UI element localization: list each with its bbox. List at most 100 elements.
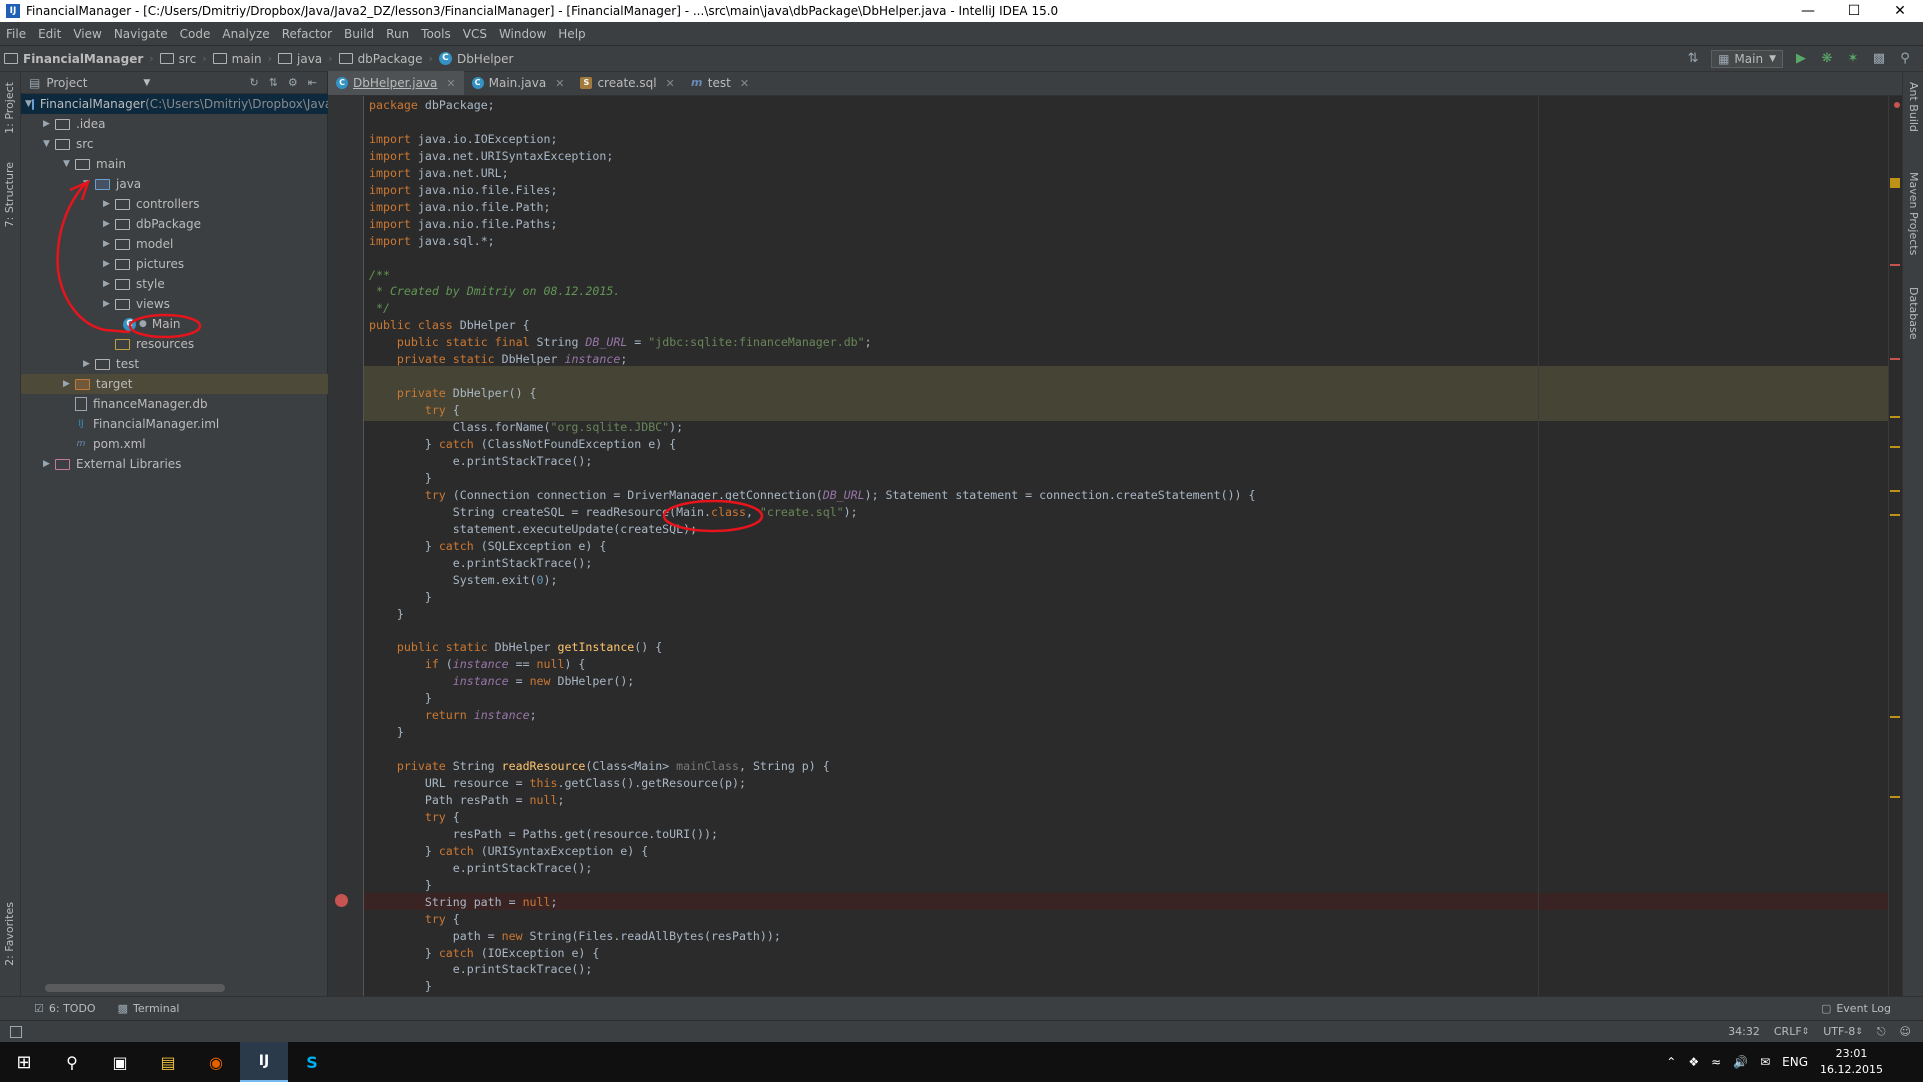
collapse-icon[interactable]: ⇅ <box>269 76 278 89</box>
tool-windows-toggle-icon[interactable] <box>10 1025 22 1038</box>
tab-main[interactable]: C Main.java ✕ <box>464 71 573 95</box>
error-stripe[interactable] <box>1888 96 1902 996</box>
tree-item-java[interactable]: ▼ java <box>83 174 141 194</box>
clock[interactable]: 23:01 16.12.2015 <box>1820 1046 1883 1078</box>
tree-item-style[interactable]: ▶ style <box>103 274 165 294</box>
menu-vcs[interactable]: VCS <box>457 27 493 41</box>
error-marker[interactable] <box>1890 264 1900 266</box>
run-config-select[interactable]: ▦ Main ▼ <box>1711 50 1783 68</box>
file-encoding[interactable]: UTF-8 <box>1823 1025 1855 1038</box>
tree-item-external-libraries[interactable]: ▶ External Libraries <box>43 454 181 474</box>
tab-database[interactable]: Database <box>1907 287 1920 340</box>
line-separator[interactable]: CRLF <box>1774 1025 1802 1038</box>
breadcrumb-java[interactable]: java <box>274 52 326 66</box>
menu-view[interactable]: View <box>67 27 107 41</box>
inspector-icon[interactable]: ☺ <box>1900 1025 1911 1038</box>
menu-refactor[interactable]: Refactor <box>276 27 338 41</box>
close-icon[interactable]: ✕ <box>740 77 749 90</box>
tree-item-iml[interactable]: IJ FinancialManager.iml <box>75 414 219 434</box>
tree-item-financemanager-db[interactable]: financeManager.db <box>75 394 208 414</box>
close-icon[interactable]: ✕ <box>446 77 455 90</box>
caret-position[interactable]: 34:32 <box>1728 1025 1760 1038</box>
menu-run[interactable]: Run <box>380 27 415 41</box>
close-window-button[interactable]: ✕ <box>1877 0 1923 22</box>
warning-marker[interactable] <box>1890 716 1900 718</box>
tree-item-target[interactable]: ▶ target <box>21 374 328 394</box>
menu-help[interactable]: Help <box>552 27 591 41</box>
minimize-button[interactable]: — <box>1785 0 1831 22</box>
debug-icon[interactable]: ❋ <box>1819 51 1835 67</box>
tree-item-pom[interactable]: m pom.xml <box>75 434 146 454</box>
tree-item-test[interactable]: ▶ test <box>83 354 139 374</box>
editor-gutter[interactable] <box>328 96 364 996</box>
menu-window[interactable]: Window <box>493 27 552 41</box>
tree-item-controllers[interactable]: ▶ controllers <box>103 194 200 214</box>
breadcrumb-dbhelper[interactable]: C DbHelper <box>435 52 518 66</box>
tree-item-pictures[interactable]: ▶ pictures <box>103 254 184 274</box>
maximize-button[interactable]: ☐ <box>1831 0 1877 22</box>
error-indicator-icon[interactable] <box>1894 102 1900 108</box>
start-button[interactable]: ⊞ <box>0 1042 48 1082</box>
tab-ant-build[interactable]: Ant Build <box>1907 82 1920 132</box>
tab-event-log[interactable]: ▢ Event Log <box>1815 1002 1897 1015</box>
notification-icon[interactable]: ✉ <box>1760 1055 1770 1069</box>
volume-icon[interactable]: 🔊 <box>1733 1055 1748 1069</box>
tab-favorites[interactable]: 2: Favorites <box>3 902 16 966</box>
sync-icon[interactable]: ↻ <box>249 76 258 89</box>
search-icon[interactable]: ⚲ <box>48 1042 96 1082</box>
menu-file[interactable]: File <box>0 27 32 41</box>
breakpoint-icon[interactable] <box>335 894 348 907</box>
close-icon[interactable]: ✕ <box>555 77 564 90</box>
breadcrumb-src[interactable]: src <box>156 52 201 66</box>
tab-project[interactable]: 1: Project <box>3 82 16 134</box>
firefox-icon[interactable]: ◉ <box>192 1042 240 1082</box>
tree-item-views[interactable]: ▶ views <box>103 294 170 314</box>
tab-terminal[interactable]: ▩ Terminal <box>112 1002 186 1015</box>
menu-code[interactable]: Code <box>174 27 217 41</box>
breadcrumb-main[interactable]: main <box>209 52 266 66</box>
warning-marker[interactable] <box>1890 178 1900 188</box>
file-explorer-icon[interactable]: ▤ <box>144 1042 192 1082</box>
tree-item-main[interactable]: ▼ main <box>63 154 126 174</box>
warning-marker[interactable] <box>1890 416 1900 418</box>
lock-icon[interactable]: ⎋ <box>1877 1025 1886 1039</box>
tree-item-dbpackage[interactable]: ▶ dbPackage <box>103 214 201 234</box>
warning-marker[interactable] <box>1890 796 1900 798</box>
tree-item-idea[interactable]: ▶ .idea <box>43 114 106 134</box>
project-view-select[interactable]: ▤ Project ▼ <box>29 76 150 90</box>
tree-item-src[interactable]: ▼ src <box>43 134 94 154</box>
code-editor[interactable]: package dbPackage; import java.io.IOExcep… <box>328 96 1902 996</box>
menu-build[interactable]: Build <box>338 27 380 41</box>
skype-icon[interactable]: S <box>288 1042 336 1082</box>
tab-create-sql[interactable]: Screate.sql ✕ <box>572 71 682 95</box>
project-structure-icon[interactable]: ▩ <box>1871 51 1887 67</box>
tab-dbhelper[interactable]: C DbHelper.java ✕ <box>328 71 464 95</box>
close-icon[interactable]: ✕ <box>666 77 675 90</box>
horizontal-scrollbar[interactable] <box>45 984 225 992</box>
tab-test[interactable]: m test ✕ <box>683 71 757 95</box>
tree-item-resources[interactable]: resources <box>103 334 194 354</box>
tree-item-financialmanager[interactable]: ▼ FinancialManager (C:\Users\Dmitriy\Drop… <box>21 94 332 114</box>
menu-tools[interactable]: Tools <box>415 27 457 41</box>
run-icon[interactable]: ▶ <box>1793 51 1809 67</box>
dropbox-icon[interactable]: ❖ <box>1688 1055 1699 1069</box>
warning-marker[interactable] <box>1890 446 1900 448</box>
menu-edit[interactable]: Edit <box>32 27 67 41</box>
hide-icon[interactable]: ⇤ <box>308 76 317 89</box>
menu-analyze[interactable]: Analyze <box>216 27 275 41</box>
gear-icon[interactable]: ⚙ <box>288 76 298 89</box>
tab-todo[interactable]: ☑ 6: TODO <box>28 1002 102 1015</box>
build-icon[interactable]: ⇅ <box>1685 51 1701 67</box>
tree-item-main-class[interactable]: C ● Main <box>123 314 181 334</box>
breadcrumb-project[interactable]: FinancialManager <box>0 52 147 66</box>
tab-maven-projects[interactable]: Maven Projects <box>1907 172 1920 255</box>
coverage-icon[interactable]: ✶ <box>1845 51 1861 67</box>
task-view-icon[interactable]: ▣ <box>96 1042 144 1082</box>
tree-item-model[interactable]: ▶ model <box>103 234 173 254</box>
chevron-up-icon[interactable]: ⌃ <box>1666 1055 1676 1069</box>
warning-marker[interactable] <box>1890 490 1900 492</box>
menu-navigate[interactable]: Navigate <box>108 27 174 41</box>
warning-marker[interactable] <box>1890 514 1900 516</box>
intellij-taskbar-icon[interactable]: IJ <box>240 1042 288 1082</box>
error-marker[interactable] <box>1890 358 1900 360</box>
